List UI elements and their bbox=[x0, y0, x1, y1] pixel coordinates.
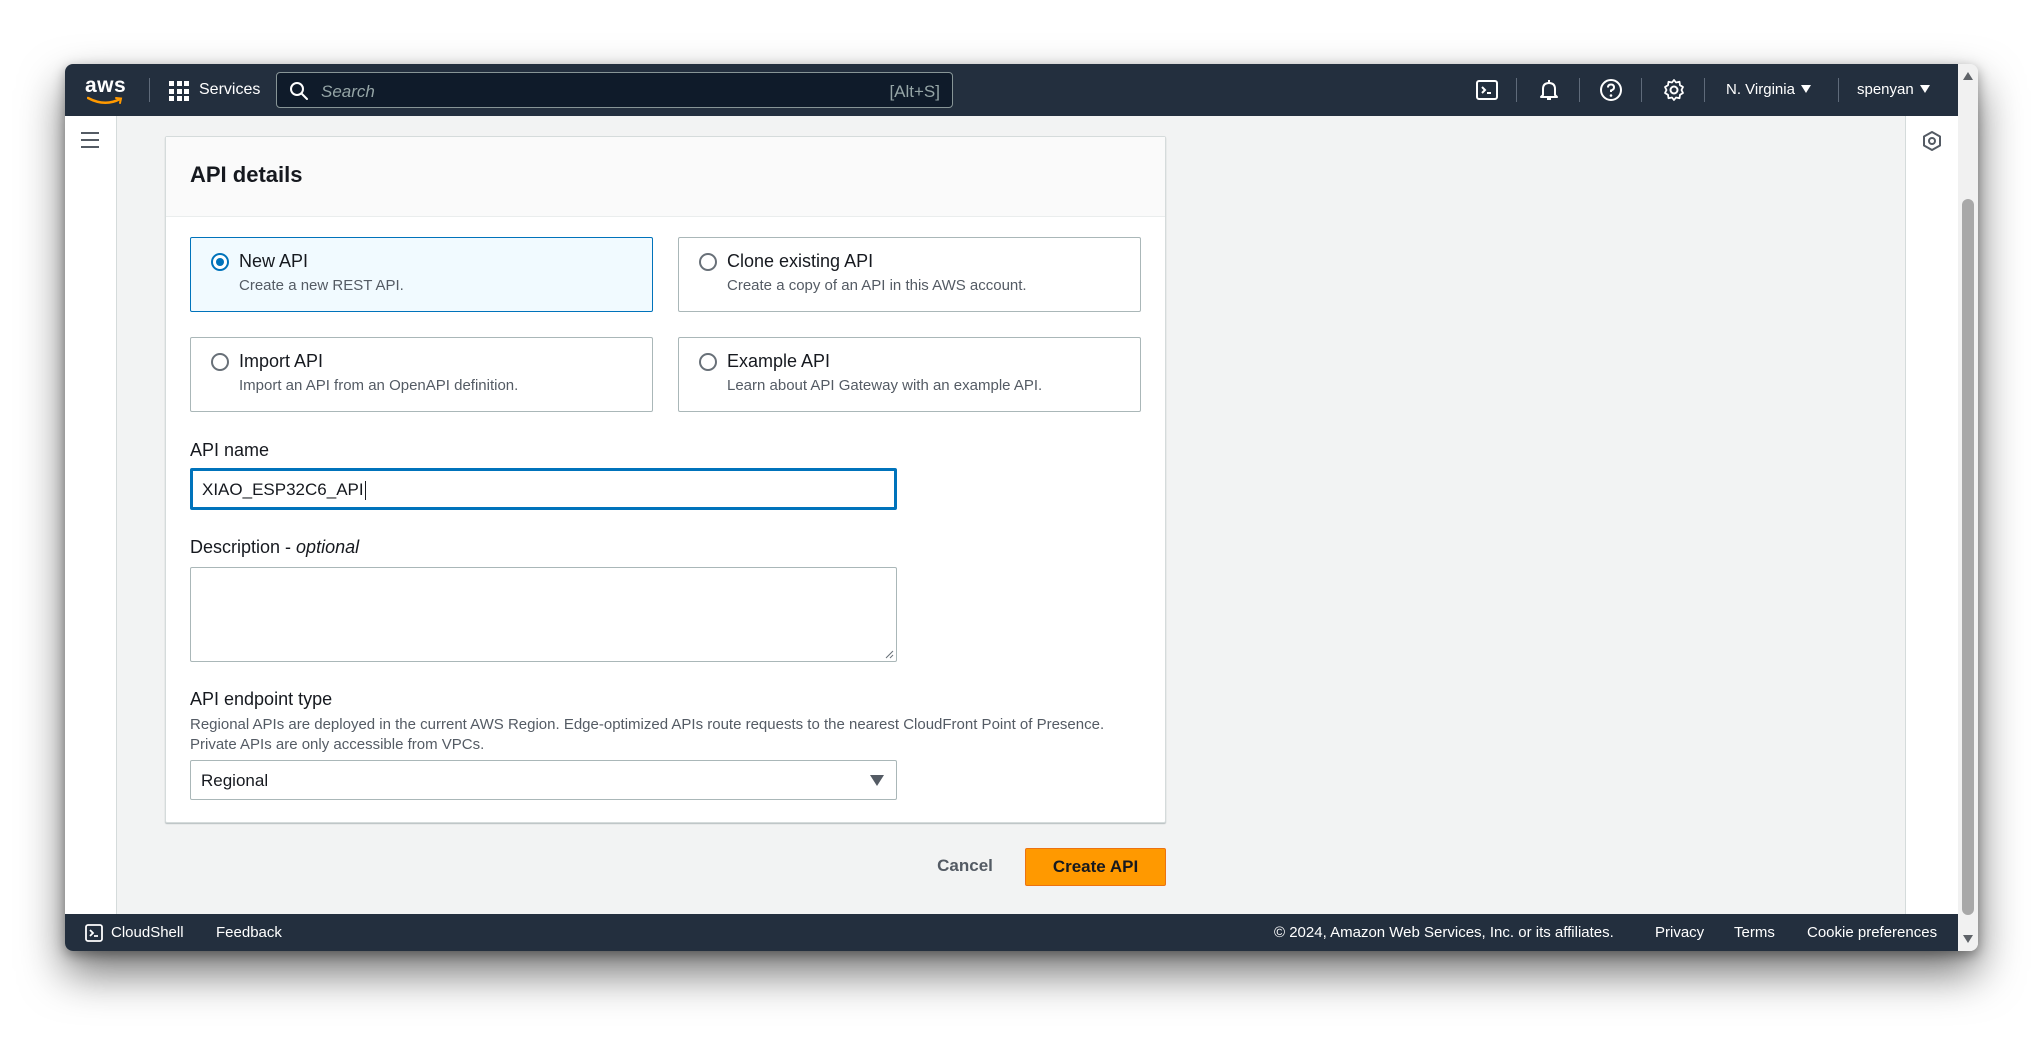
radio-clone-existing-api[interactable] bbox=[699, 253, 717, 271]
nav-divider bbox=[1838, 78, 1839, 102]
description-label: Description - optional bbox=[190, 537, 360, 557]
radio-new-api[interactable] bbox=[211, 253, 229, 271]
nav-divider bbox=[1579, 78, 1580, 102]
resize-grip-icon[interactable] bbox=[884, 649, 894, 659]
feedback-link[interactable]: Feedback bbox=[216, 924, 282, 941]
endpoint-type-value: Regional bbox=[201, 771, 269, 790]
region-label: N. Virginia bbox=[1726, 81, 1795, 98]
nav-divider bbox=[1641, 78, 1642, 102]
scroll-up-arrow-icon[interactable] bbox=[1963, 72, 1973, 80]
tile-description: Learn about API Gateway with an example … bbox=[727, 377, 1043, 394]
cloudshell-icon[interactable] bbox=[1475, 78, 1499, 102]
search-icon bbox=[290, 82, 308, 100]
cookie-preferences-link[interactable]: Cookie preferences bbox=[1807, 924, 1937, 941]
create-api-button[interactable]: Create API bbox=[1025, 848, 1166, 886]
aws-logo[interactable]: aws bbox=[85, 74, 127, 106]
tile-description: Import an API from an OpenAPI definition… bbox=[239, 377, 519, 394]
caret-down-icon bbox=[870, 775, 884, 786]
account-menu[interactable]: spenyan bbox=[1857, 81, 1930, 98]
search-input[interactable]: Search [Alt+S] bbox=[276, 72, 953, 108]
privacy-link[interactable]: Privacy bbox=[1655, 924, 1704, 941]
endpoint-type-label: API endpoint type bbox=[190, 689, 333, 709]
description-textarea[interactable] bbox=[190, 567, 897, 662]
container-header: API details bbox=[166, 137, 1165, 217]
cloudshell-icon[interactable] bbox=[85, 924, 103, 942]
caret-down-icon bbox=[1919, 85, 1930, 94]
api-name-label: API name bbox=[190, 440, 270, 460]
caret-down-icon bbox=[1800, 85, 1811, 94]
tile-description: Create a new REST API. bbox=[239, 277, 404, 294]
container-title: API details bbox=[190, 162, 303, 187]
tile-title: Import API bbox=[239, 351, 324, 371]
endpoint-type-select[interactable]: Regional bbox=[190, 760, 897, 800]
services-grid-icon[interactable] bbox=[169, 81, 189, 101]
cancel-button[interactable]: Cancel bbox=[920, 848, 1010, 884]
help-icon[interactable] bbox=[1599, 78, 1623, 102]
aws-logo-text: aws bbox=[85, 74, 127, 97]
tile-title: Clone existing API bbox=[727, 251, 874, 271]
browser-window: aws Services Search [Alt+S] N. Virginia … bbox=[65, 64, 1978, 951]
tile-clone-existing-api[interactable]: Clone existing API Create a copy of an A… bbox=[678, 237, 1141, 312]
radio-import-api[interactable] bbox=[211, 353, 229, 371]
terms-link[interactable]: Terms bbox=[1734, 924, 1775, 941]
scroll-down-arrow-icon[interactable] bbox=[1963, 935, 1973, 943]
tools-panel-rail bbox=[1905, 116, 1958, 914]
account-name: spenyan bbox=[1857, 81, 1914, 98]
top-navigation: aws Services Search [Alt+S] N. Virginia … bbox=[65, 64, 1958, 116]
scrollbar-thumb[interactable] bbox=[1962, 199, 1974, 915]
tile-example-api[interactable]: Example API Learn about API Gateway with… bbox=[678, 337, 1141, 412]
endpoint-type-description: Regional APIs are deployed in the curren… bbox=[190, 716, 1105, 753]
api-name-input[interactable]: XIAO_ESP32C6_API bbox=[190, 468, 897, 510]
nav-divider bbox=[149, 78, 150, 102]
nav-divider bbox=[1704, 78, 1705, 102]
console-footer: CloudShell Feedback © 2024, Amazon Web S… bbox=[65, 914, 1958, 951]
copyright-text: © 2024, Amazon Web Services, Inc. or its… bbox=[1274, 924, 1614, 941]
radio-example-api[interactable] bbox=[699, 353, 717, 371]
nav-divider bbox=[1516, 78, 1517, 102]
menu-hamburger-icon[interactable] bbox=[81, 132, 99, 148]
page-scrollbar[interactable] bbox=[1958, 64, 1978, 951]
services-menu-button[interactable]: Services bbox=[199, 81, 260, 99]
aws-smile-icon bbox=[87, 96, 123, 104]
search-placeholder: Search bbox=[321, 82, 375, 101]
side-navigation-rail bbox=[65, 116, 117, 914]
notifications-bell-icon[interactable] bbox=[1537, 78, 1561, 102]
search-shortcut: [Alt+S] bbox=[889, 82, 940, 101]
api-details-container: API details New API Create a new REST AP… bbox=[165, 136, 1166, 823]
api-name-value: XIAO_ESP32C6_API bbox=[202, 480, 366, 501]
tile-description: Create a copy of an API in this AWS acco… bbox=[727, 277, 1027, 294]
tile-title: Example API bbox=[727, 351, 831, 371]
settings-gear-icon[interactable] bbox=[1662, 78, 1686, 102]
amazon-q-icon[interactable] bbox=[1921, 130, 1943, 152]
tile-import-api[interactable]: Import API Import an API from an OpenAPI… bbox=[190, 337, 653, 412]
tile-title: New API bbox=[239, 251, 309, 271]
tile-new-api[interactable]: New API Create a new REST API. bbox=[190, 237, 653, 312]
region-selector[interactable]: N. Virginia bbox=[1726, 81, 1811, 98]
optional-marker: optional bbox=[296, 537, 360, 557]
cloudshell-link[interactable]: CloudShell bbox=[111, 924, 184, 941]
